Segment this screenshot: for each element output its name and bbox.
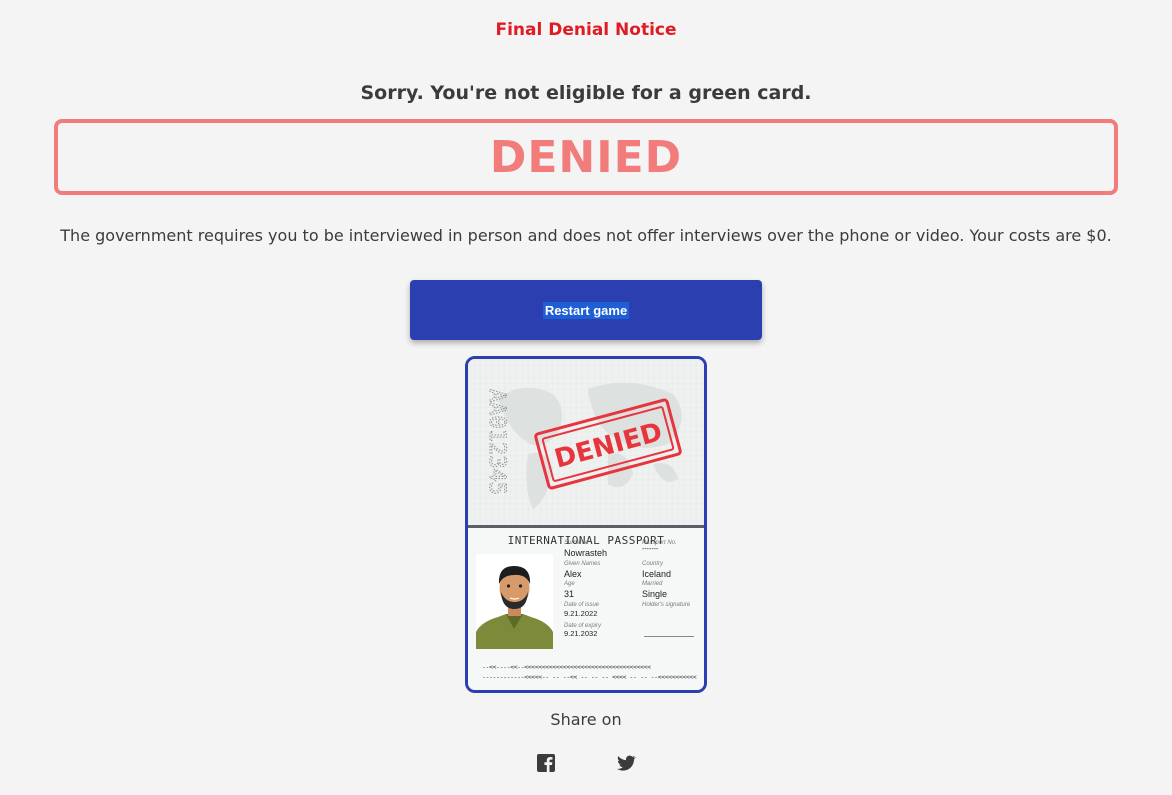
date-of-issue-value: 9.21.2022 bbox=[564, 609, 598, 618]
surname-label: Surname bbox=[564, 540, 589, 546]
result-headline: Sorry. You're not eligible for a green c… bbox=[360, 82, 812, 104]
given-names-label: Given Names bbox=[564, 561, 601, 567]
restart-game-label: Restart game bbox=[542, 301, 630, 319]
result-explanation: The government requires you to be interv… bbox=[60, 226, 1112, 245]
date-of-issue-label: Date of issue bbox=[564, 602, 600, 608]
date-of-expiry-value: 9.21.2032 bbox=[564, 629, 598, 638]
twitter-icon[interactable] bbox=[615, 752, 637, 774]
married-value: Single bbox=[642, 589, 668, 599]
mrz-line-1: --<<----<<--<<<<<<<<<<<<<<<<<<<<<<<<<<<<… bbox=[482, 663, 651, 671]
country-value: Iceland bbox=[642, 569, 672, 579]
share-label: Share on bbox=[550, 710, 622, 729]
restart-game-button[interactable]: Restart game bbox=[410, 280, 762, 340]
signature-label: Holder's signature bbox=[642, 602, 691, 608]
signature-line bbox=[644, 636, 694, 637]
notice-title: Final Denial Notice bbox=[495, 20, 677, 40]
denied-status-text: DENIED bbox=[489, 131, 683, 183]
given-names-value: Alex bbox=[564, 569, 582, 579]
passport-data-page: INTERNATIONAL PASSPORT Surname Nowrasteh… bbox=[468, 528, 704, 690]
mrz-line-2: ------------<<<<<-- -- --<< -- -- -- <<<… bbox=[482, 673, 697, 681]
passport-world-map: AA012345 DENIED bbox=[468, 359, 704, 525]
country-label: Country bbox=[642, 561, 664, 567]
age-label: Age bbox=[564, 581, 575, 587]
avatar bbox=[476, 554, 553, 649]
surname-value: Nowrasteh bbox=[564, 548, 608, 558]
passport-top-page: AA012345 DENIED bbox=[468, 359, 704, 525]
married-label: Married bbox=[642, 581, 663, 587]
age-value: 31 bbox=[564, 589, 575, 599]
passport-no-value: ------- bbox=[642, 546, 659, 553]
facebook-icon[interactable] bbox=[535, 752, 557, 774]
passport-image: AA012345 DENIED INTERNATIONAL PASSPORT S… bbox=[465, 356, 707, 693]
denied-banner: DENIED bbox=[54, 119, 1118, 195]
passport-number: AA012345 bbox=[484, 389, 509, 495]
